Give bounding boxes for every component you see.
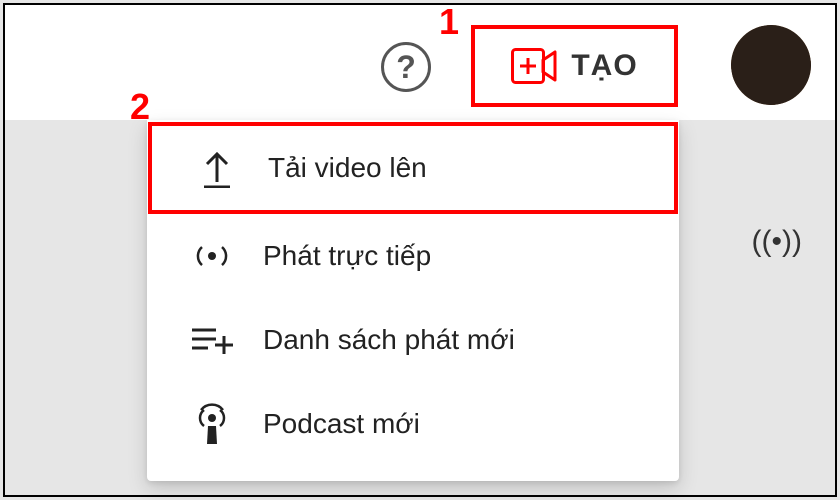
create-button[interactable]: TẠO xyxy=(471,25,678,107)
menu-item-label: Danh sách phát mới xyxy=(263,324,643,356)
upload-icon xyxy=(194,145,240,191)
menu-item-upload-video[interactable]: Tải video lên xyxy=(148,122,678,214)
menu-item-label: Tải video lên xyxy=(268,152,638,184)
create-button-label: TẠO xyxy=(571,49,637,83)
menu-item-new-podcast[interactable]: Podcast mới xyxy=(147,382,679,466)
podcast-icon xyxy=(189,401,235,447)
help-icon: ? xyxy=(396,49,416,86)
screenshot-frame: ((•)) ? 1 2 TẠO Tải xyxy=(3,3,837,497)
annotation-callout-1: 1 xyxy=(439,1,459,43)
help-button[interactable]: ? xyxy=(381,42,431,92)
create-dropdown-menu: Tải video lên Phát trực tiếp xyxy=(147,120,679,481)
background-live-icon: ((•)) xyxy=(752,225,802,259)
playlist-add-icon xyxy=(189,317,235,363)
create-video-icon xyxy=(511,48,557,84)
menu-item-go-live[interactable]: Phát trực tiếp xyxy=(147,214,679,298)
live-broadcast-icon xyxy=(189,233,235,279)
menu-item-label: Podcast mới xyxy=(263,408,643,440)
menu-item-new-playlist[interactable]: Danh sách phát mới xyxy=(147,298,679,382)
menu-item-label: Phát trực tiếp xyxy=(263,240,643,272)
